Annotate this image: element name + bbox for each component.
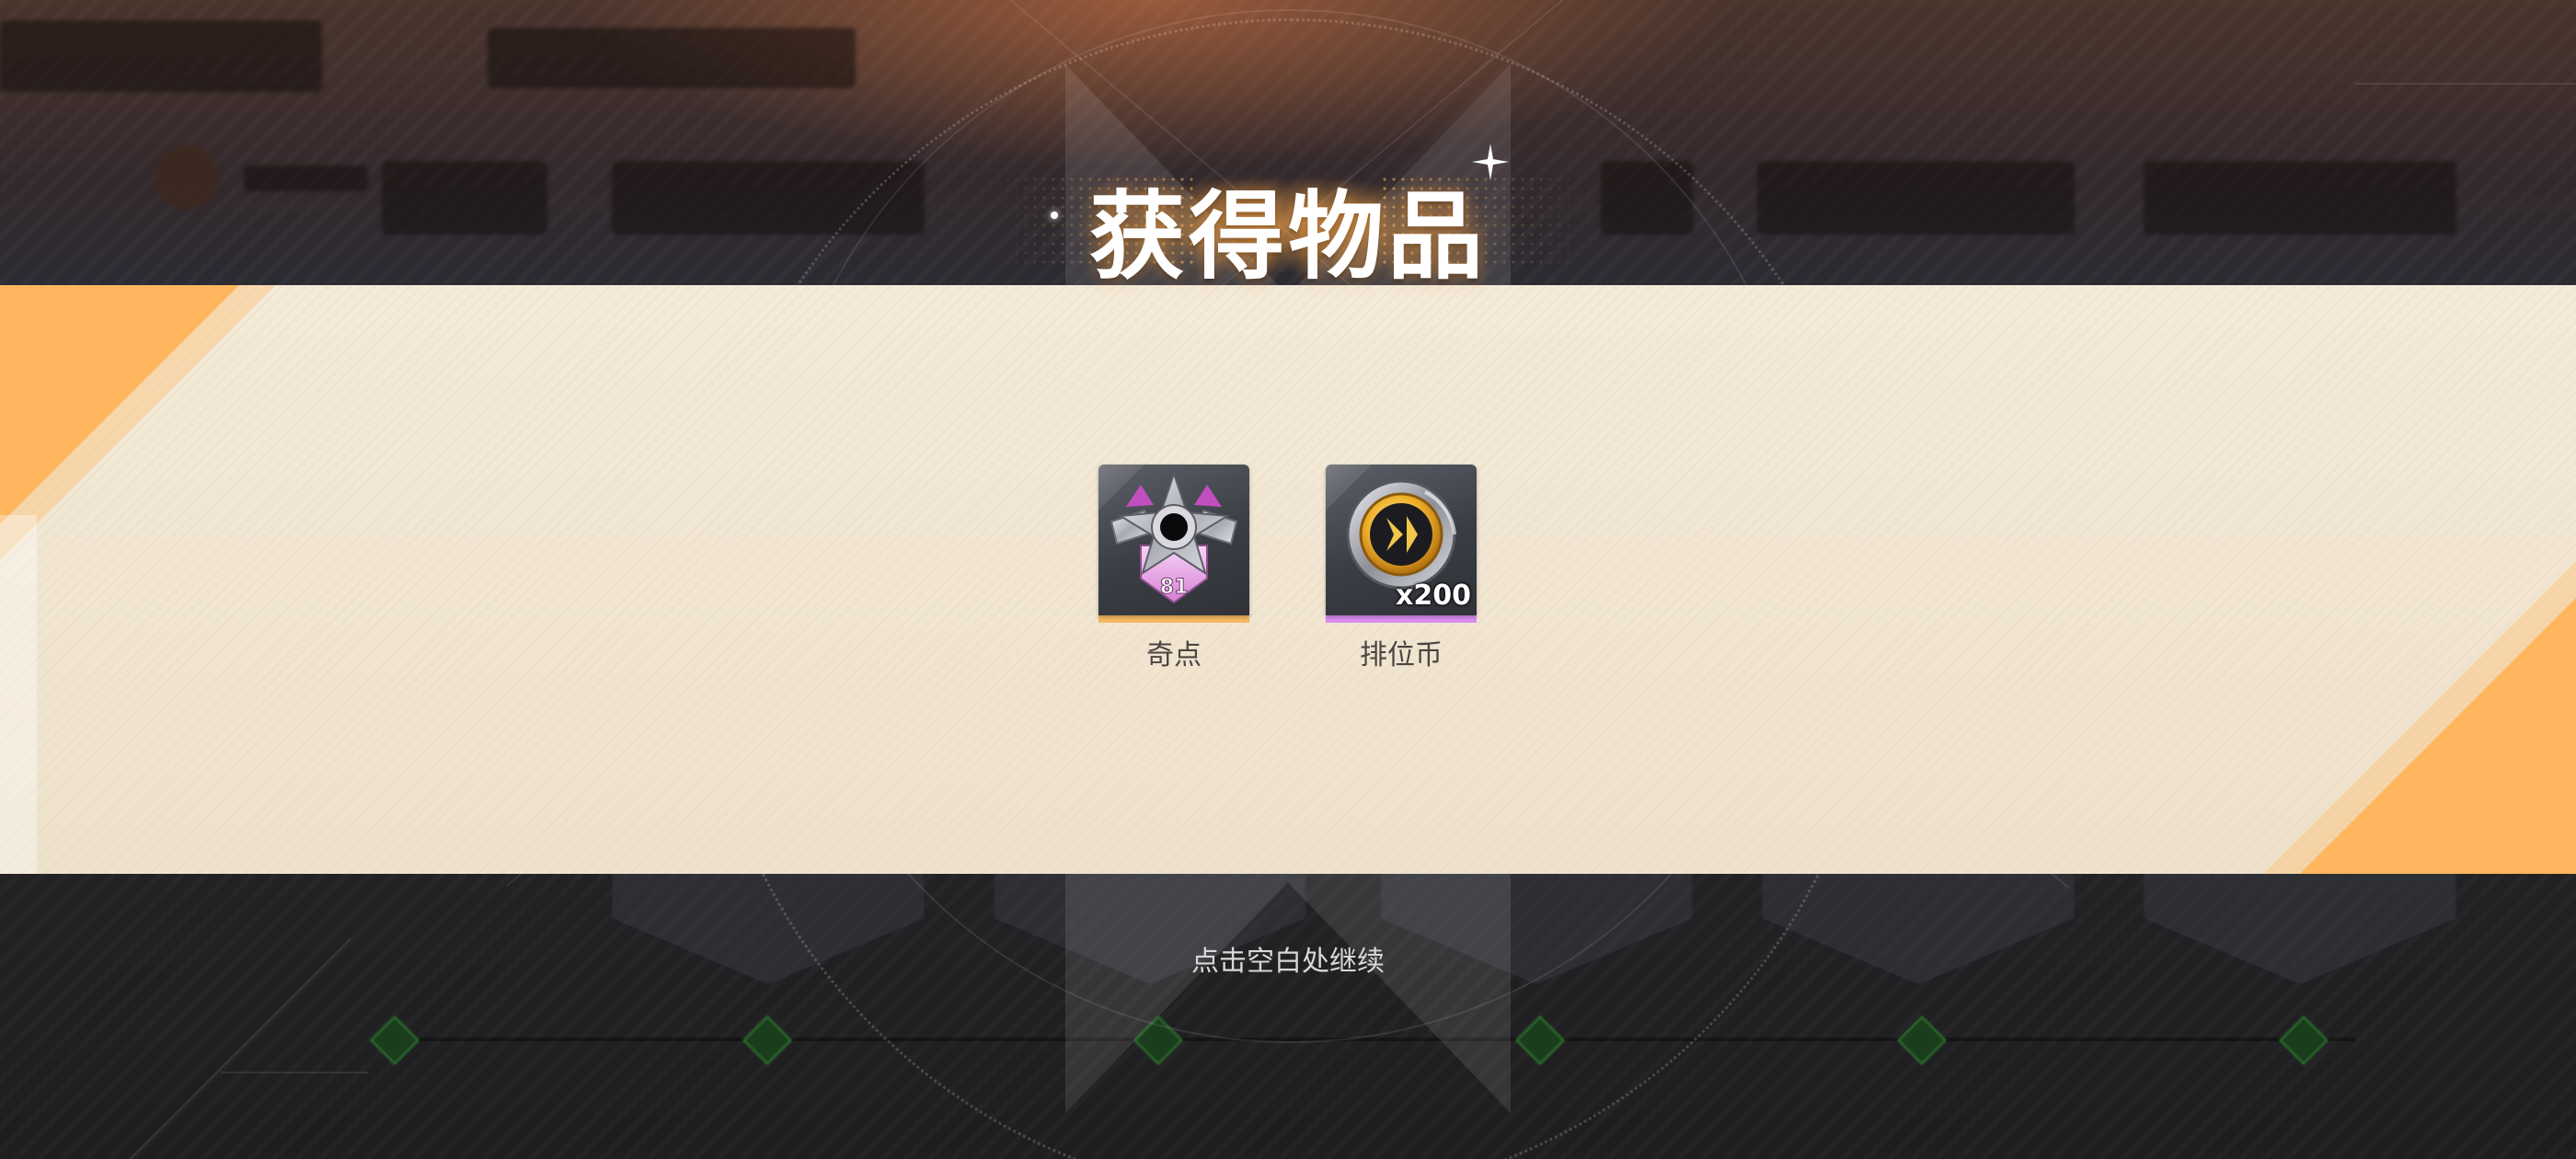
rarity-bar — [1098, 615, 1249, 623]
background-frame-line — [2355, 83, 2576, 85]
reward-item-ranked-coin[interactable]: x200 排位币 — [1326, 465, 1477, 672]
sparkle-icon — [1472, 143, 1509, 180]
item-name: 排位币 — [1360, 639, 1443, 671]
reward-panel: 81 奇点 x200 排位币 — [0, 285, 2576, 874]
background-tab-4 — [1757, 161, 2075, 235]
singularity-emblem-icon: 81 — [1110, 470, 1238, 604]
item-icon-frame: 81 — [1098, 465, 1249, 615]
reward-title: 获得物品 — [994, 138, 1582, 304]
background-avatar — [155, 145, 219, 210]
panel-corner-accent — [0, 285, 239, 524]
background-tab-1 — [382, 161, 547, 235]
item-name: 奇点 — [1146, 639, 1202, 671]
panel-edge-strip — [0, 515, 37, 874]
reward-screen[interactable]: 获得物品 81 奇点 x200 排位币 点击空白处继续 — [0, 0, 2576, 1159]
rarity-bar — [1326, 615, 1477, 623]
svg-text:81: 81 — [1160, 576, 1189, 599]
background-header-tab — [488, 28, 856, 88]
item-quantity: x200 — [1396, 580, 1471, 612]
item-icon-frame: x200 — [1326, 465, 1477, 615]
continue-hint[interactable]: 点击空白处继续 — [0, 938, 2576, 979]
background-back-button — [0, 20, 322, 92]
reward-item-singularity[interactable]: 81 奇点 — [1098, 465, 1249, 672]
background-frame-line — [221, 1072, 368, 1073]
background-tab-5 — [2144, 161, 2456, 235]
panel-corner-accent — [2300, 598, 2576, 874]
background-name-label — [244, 166, 368, 191]
